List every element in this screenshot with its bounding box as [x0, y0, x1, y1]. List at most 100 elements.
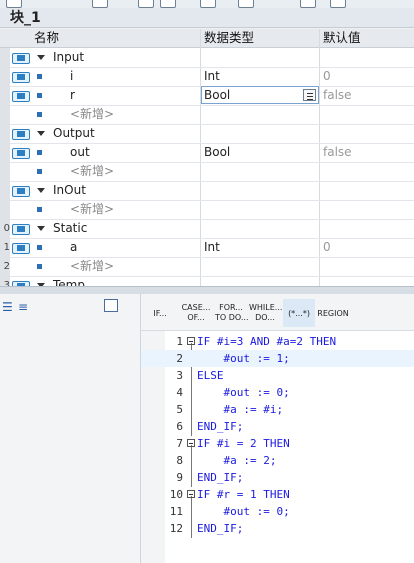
- header-name[interactable]: 名称: [34, 29, 59, 47]
- param-name[interactable]: Temp: [53, 276, 85, 286]
- toolbar-button[interactable]: [300, 0, 316, 8]
- header-default-value[interactable]: 默认值: [323, 29, 361, 47]
- add-new-placeholder[interactable]: <新增>: [70, 162, 114, 181]
- list-icon[interactable]: ☰: [2, 300, 13, 314]
- member-bullet-icon: [37, 112, 42, 117]
- table-row[interactable]: i Int 0: [0, 67, 414, 87]
- expand-triangle-icon[interactable]: [37, 188, 45, 193]
- code-line[interactable]: 11 #out := 0;: [141, 503, 414, 520]
- row-number[interactable]: [0, 105, 10, 124]
- param-data-type[interactable]: Int: [204, 238, 220, 257]
- param-data-type[interactable]: Bool: [204, 143, 230, 162]
- table-row[interactable]: r Bool false: [0, 86, 414, 106]
- line-number: 4: [176, 386, 183, 399]
- row-number[interactable]: [0, 200, 10, 219]
- param-name[interactable]: Input: [53, 48, 84, 67]
- param-name[interactable]: r: [70, 86, 75, 105]
- param-name[interactable]: out: [70, 143, 90, 162]
- header-data-type[interactable]: 数据类型: [204, 29, 254, 47]
- param-data-type[interactable]: Bool: [204, 86, 230, 105]
- param-name[interactable]: Output: [53, 124, 95, 143]
- expand-triangle-icon[interactable]: [37, 226, 45, 231]
- code-line[interactable]: 7 IF #i = 2 THEN: [141, 435, 414, 452]
- add-new-placeholder[interactable]: <新增>: [70, 200, 114, 219]
- section-row[interactable]: 0 Static: [0, 219, 414, 239]
- code-line[interactable]: 3 ELSE: [141, 367, 414, 384]
- fold-toggle-icon[interactable]: [187, 337, 195, 345]
- toolbar-button[interactable]: [160, 0, 176, 8]
- param-name[interactable]: Static: [53, 219, 87, 238]
- code-line[interactable]: 9 END_IF;: [141, 469, 414, 486]
- fold-toggle-icon[interactable]: [187, 439, 195, 447]
- param-default-value[interactable]: false: [323, 143, 352, 162]
- code-line[interactable]: 2 #out := 1;: [141, 350, 414, 367]
- toolbar-button[interactable]: [92, 0, 108, 8]
- member-bullet-icon: [37, 245, 42, 250]
- toggle-pane-icon[interactable]: [104, 299, 118, 312]
- code-line[interactable]: 8 #a := 2;: [141, 452, 414, 469]
- for-button[interactable]: FOR... TO DO...: [215, 299, 249, 327]
- row-number[interactable]: [0, 162, 10, 181]
- line-number: 10: [169, 488, 183, 501]
- toolbar-button[interactable]: [200, 0, 216, 8]
- code-line[interactable]: 1 IF #i=3 AND #a=2 THEN: [141, 333, 414, 350]
- add-new-row[interactable]: <新增>: [0, 105, 414, 125]
- table-row[interactable]: out Bool false: [0, 143, 414, 163]
- param-name[interactable]: InOut: [53, 181, 86, 200]
- code-line[interactable]: 4 #out := 0;: [141, 384, 414, 401]
- member-bullet-icon: [37, 93, 42, 98]
- scl-editor[interactable]: 1 IF #i=3 AND #a=2 THEN 2 #out := 1; 3 ELSE 4…: [141, 331, 414, 563]
- expand-triangle-icon[interactable]: [37, 131, 45, 136]
- code-line[interactable]: 12 END_IF;: [141, 520, 414, 537]
- line-number: 8: [176, 454, 183, 467]
- add-new-row[interactable]: 2 <新增>: [0, 257, 414, 277]
- fold-toggle-icon[interactable]: [187, 490, 195, 498]
- interface-param-icon: [12, 91, 30, 102]
- code-text: #out := 0;: [197, 386, 290, 399]
- add-new-row[interactable]: <新增>: [0, 200, 414, 220]
- code-line[interactable]: 10 IF #r = 1 THEN: [141, 486, 414, 503]
- param-default-value[interactable]: 0: [323, 238, 331, 257]
- expand-triangle-icon[interactable]: [37, 55, 45, 60]
- add-new-placeholder[interactable]: <新增>: [70, 257, 114, 276]
- interface-param-icon: [12, 186, 30, 197]
- toolbar-button[interactable]: [138, 0, 154, 8]
- code-text: END_IF;: [197, 471, 244, 484]
- code-text: #a := #i;: [197, 403, 284, 416]
- member-bullet-icon: [37, 169, 42, 174]
- param-data-type[interactable]: Int: [204, 67, 220, 86]
- line-number: 9: [176, 471, 183, 484]
- add-new-row[interactable]: <新增>: [0, 162, 414, 182]
- param-name[interactable]: i: [70, 67, 73, 86]
- comment-button[interactable]: (*...*): [283, 299, 315, 327]
- section-row[interactable]: Input: [0, 48, 414, 68]
- type-selector-icon[interactable]: [303, 89, 316, 101]
- section-row[interactable]: InOut: [0, 181, 414, 201]
- section-row[interactable]: 3 Temp: [0, 276, 414, 286]
- code-text: IF #i = 2 THEN: [197, 437, 290, 450]
- param-default-value[interactable]: false: [323, 86, 352, 105]
- member-bullet-icon: [37, 150, 42, 155]
- indent-icon[interactable]: ≡: [18, 300, 28, 314]
- line-number: 3: [176, 369, 183, 382]
- code-line[interactable]: 6 END_IF;: [141, 418, 414, 435]
- line-number: 6: [176, 420, 183, 433]
- toolbar-button[interactable]: [330, 0, 346, 8]
- row-number[interactable]: 2: [0, 257, 10, 276]
- editor-toolbar: IF... CASE... OF... FOR... TO DO... WHIL…: [141, 294, 414, 331]
- toolbar-button[interactable]: [238, 0, 254, 8]
- code-text: ELSE: [197, 369, 224, 382]
- interface-param-icon: [12, 243, 30, 254]
- code-line[interactable]: 5 #a := #i;: [141, 401, 414, 418]
- case-button[interactable]: CASE... OF...: [179, 299, 213, 327]
- while-button[interactable]: WHILE... DO...: [249, 299, 282, 327]
- param-default-value[interactable]: 0: [323, 67, 331, 86]
- add-new-placeholder[interactable]: <新增>: [70, 105, 114, 124]
- region-button[interactable]: REGION: [317, 299, 349, 327]
- table-row[interactable]: 1 a Int 0: [0, 238, 414, 258]
- toolbar-button[interactable]: [6, 0, 22, 8]
- param-name[interactable]: a: [70, 238, 77, 257]
- section-row[interactable]: Output: [0, 124, 414, 144]
- line-number: 7: [176, 437, 183, 450]
- if-button[interactable]: IF...: [149, 299, 171, 327]
